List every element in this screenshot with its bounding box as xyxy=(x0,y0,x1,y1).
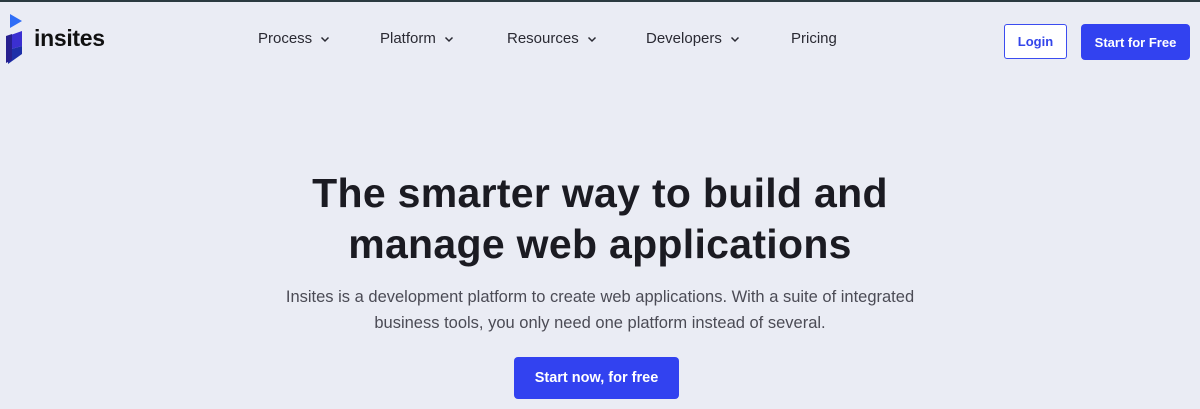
nav-label: Platform xyxy=(380,30,436,47)
hero-title-line-1: The smarter way to build and xyxy=(312,170,888,216)
hero-title-line-2: manage web applications xyxy=(348,221,852,267)
nav-item-process[interactable]: Process xyxy=(258,30,330,47)
nav-label: Process xyxy=(258,30,313,47)
hero-subtitle-line-1: Insites is a development platform to cre… xyxy=(285,288,915,306)
nav-item-platform[interactable]: Platform xyxy=(380,30,454,47)
nav-label: Resources xyxy=(507,30,579,47)
chevron-down-icon xyxy=(587,36,596,42)
login-button[interactable]: Login xyxy=(1004,24,1067,59)
nav-label: Developers xyxy=(646,30,722,47)
hero-subtitle: Insites is a development platform to cre… xyxy=(260,284,940,336)
insites-logo-icon xyxy=(6,14,22,64)
nav-item-resources[interactable]: Resources xyxy=(507,30,597,47)
nav-item-developers[interactable]: Developers xyxy=(646,30,740,47)
start-now-button[interactable]: Start now, for free xyxy=(514,357,679,399)
logo-text: insites xyxy=(34,24,105,51)
hero-subtitle-line-2: business tools, you only need one platfo… xyxy=(374,314,826,332)
chevron-down-icon xyxy=(444,36,453,42)
chevron-down-icon xyxy=(730,36,739,42)
nav-label: Pricing xyxy=(791,30,837,47)
hero-section: The smarter way to build and manage web … xyxy=(0,168,1200,336)
hero-title: The smarter way to build and manage web … xyxy=(250,168,950,270)
nav-item-pricing[interactable]: Pricing xyxy=(791,30,837,47)
site-header: insites Process Platform Resources Devel… xyxy=(0,2,1200,80)
chevron-down-icon xyxy=(321,36,330,42)
start-for-free-button[interactable]: Start for Free xyxy=(1081,24,1190,60)
logo[interactable]: insites xyxy=(6,14,105,64)
